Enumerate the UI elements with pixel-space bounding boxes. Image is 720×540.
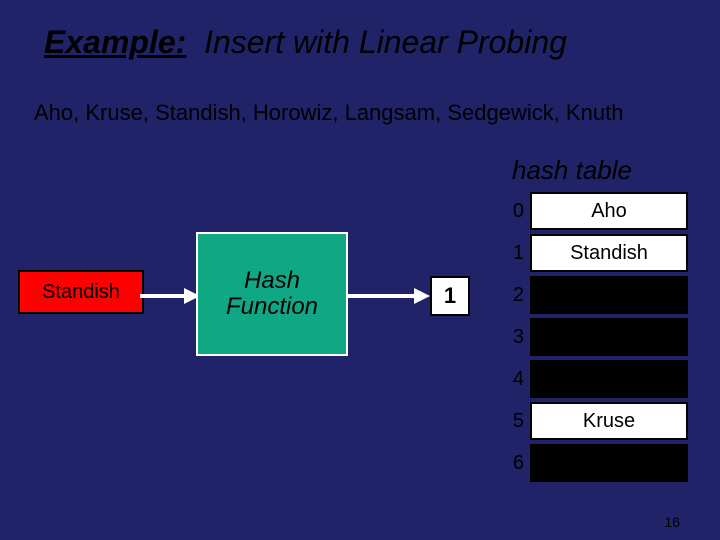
hash-table-caption: hash table — [512, 155, 632, 186]
table-row: 3 — [498, 316, 688, 358]
table-row: 2 — [498, 274, 688, 316]
arrow-hash-to-output — [348, 286, 430, 306]
row-index: 0 — [498, 200, 524, 223]
input-name-box: Standish — [18, 270, 144, 314]
hash-table: 0 Aho 1 Standish 2 3 4 5 Kruse 6 — [498, 190, 688, 484]
row-cell: Standish — [530, 234, 688, 272]
table-row: 1 Standish — [498, 232, 688, 274]
arrow-input-to-hash — [140, 286, 200, 306]
row-index: 6 — [498, 452, 524, 475]
table-row: 4 — [498, 358, 688, 400]
row-index: 3 — [498, 326, 524, 349]
row-index: 5 — [498, 410, 524, 433]
names-list: Aho, Kruse, Standish, Horowiz, Langsam, … — [34, 100, 623, 126]
table-row: 6 — [498, 442, 688, 484]
title-example: Example: — [44, 24, 186, 60]
title-rest: Insert with Linear Probing — [204, 24, 567, 60]
row-cell: Aho — [530, 192, 688, 230]
row-cell — [530, 360, 688, 398]
table-row: 5 Kruse — [498, 400, 688, 442]
hash-function-box: Hash Function — [196, 232, 348, 356]
row-index: 4 — [498, 368, 524, 391]
row-index: 1 — [498, 242, 524, 265]
row-cell — [530, 276, 688, 314]
row-cell — [530, 444, 688, 482]
row-cell: Kruse — [530, 402, 688, 440]
table-row: 0 Aho — [498, 190, 688, 232]
hash-function-label: Hash Function — [226, 268, 318, 321]
hash-output-box: 1 — [430, 276, 470, 316]
row-index: 2 — [498, 284, 524, 307]
slide-number: 16 — [664, 514, 680, 530]
row-cell — [530, 318, 688, 356]
slide-title: Example: Insert with Linear Probing — [44, 24, 567, 61]
